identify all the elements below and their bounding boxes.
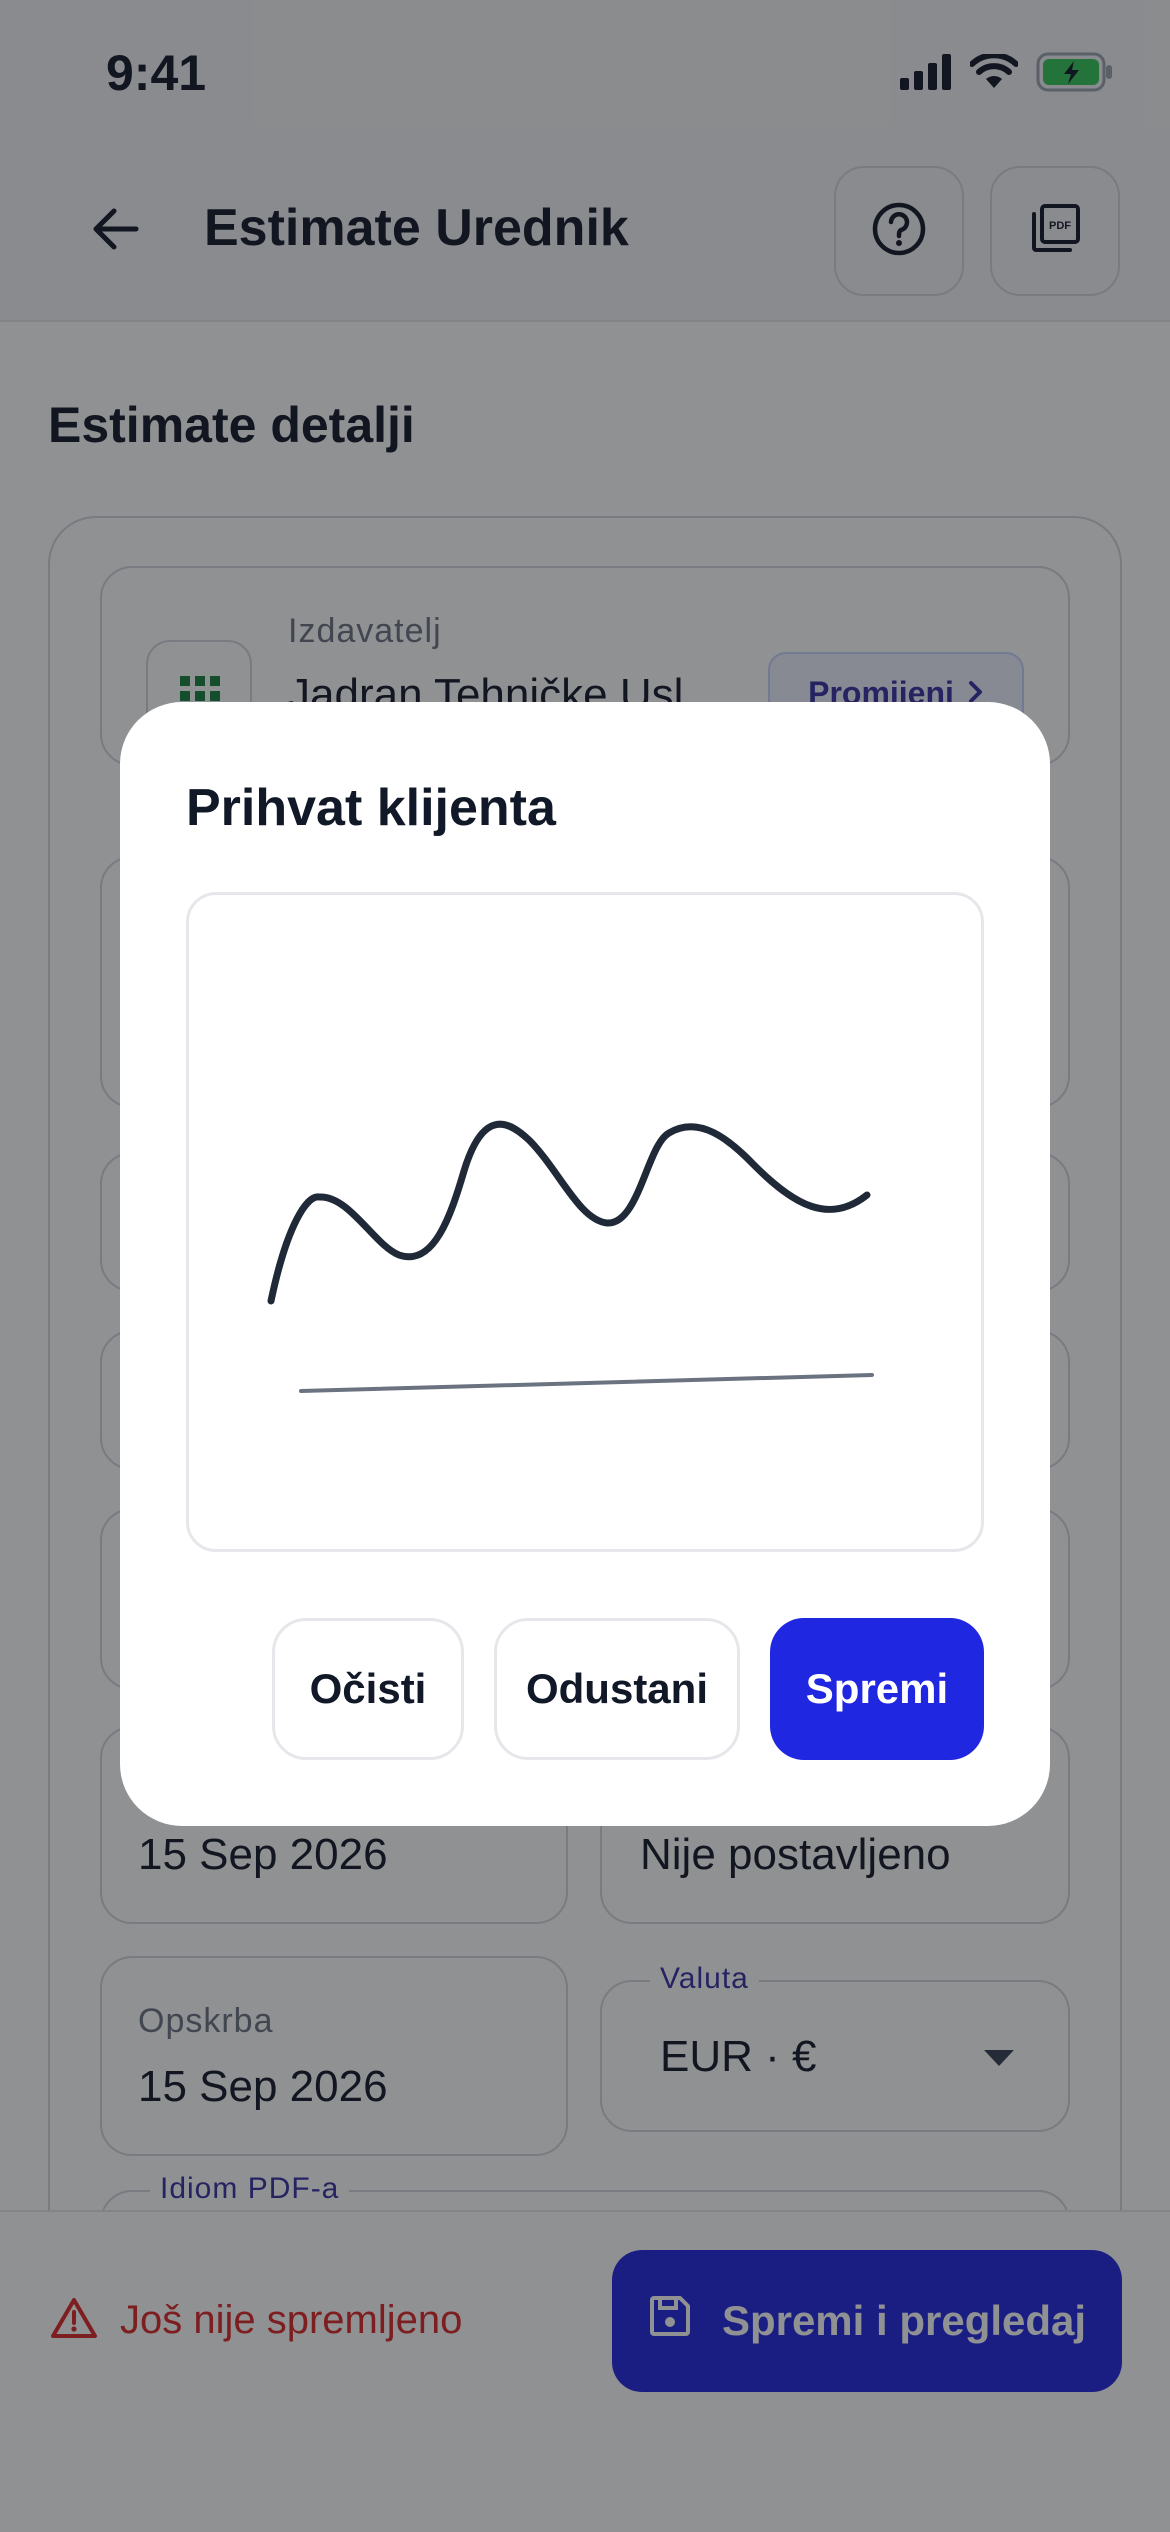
dialog-title: Prihvat klijenta (186, 779, 556, 837)
clear-button[interactable]: Očisti (272, 1618, 464, 1760)
save-label: Spremi (805, 1665, 949, 1712)
save-button[interactable]: Spremi (770, 1618, 984, 1760)
cancel-button[interactable]: Odustani (494, 1618, 740, 1760)
cancel-label: Odustani (525, 1665, 708, 1712)
signature-drawing (267, 1120, 874, 1393)
clear-label: Očisti (309, 1665, 427, 1712)
signature-pad[interactable] (186, 892, 984, 1552)
